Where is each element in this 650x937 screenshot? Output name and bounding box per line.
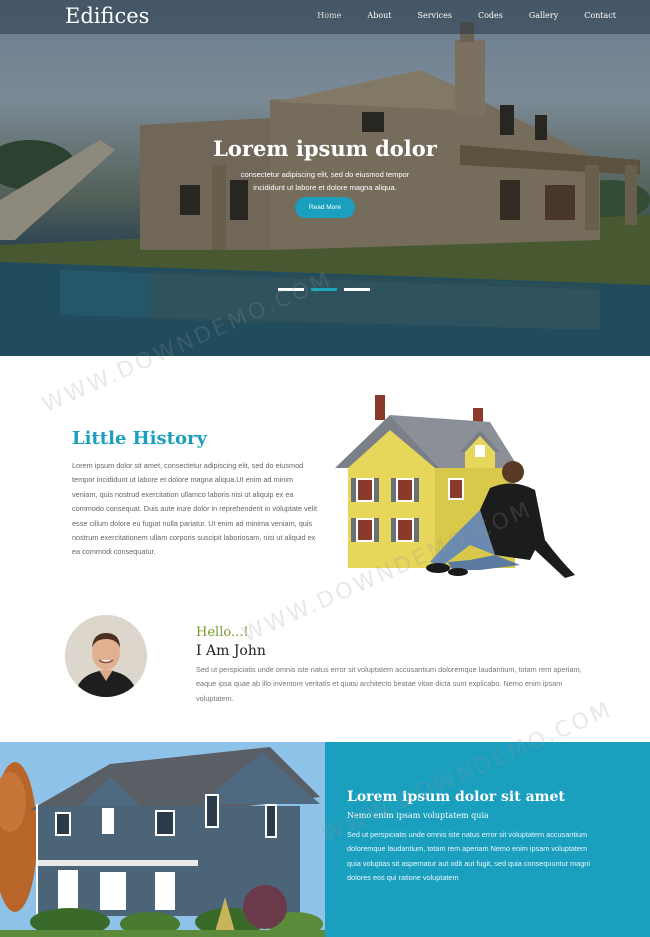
john-photo xyxy=(65,615,147,697)
brand-logo[interactable]: Edifices xyxy=(65,4,149,28)
avatar xyxy=(65,615,147,697)
slider-indicators xyxy=(278,288,370,291)
slide-indicator-2[interactable] xyxy=(311,288,337,291)
nav-contact[interactable]: Contact xyxy=(584,11,616,20)
feature-title: Lorem ipsum dolor sit amet xyxy=(347,789,565,805)
hero-title: Lorem ipsum dolor xyxy=(213,136,437,161)
hero-text: consectetur adipiscing elit, sed do eius… xyxy=(240,170,410,192)
feature-house-image xyxy=(0,742,325,937)
greeting: Hello...! xyxy=(196,625,249,640)
main-nav: Home About Services Codes Gallery Contac… xyxy=(317,11,616,20)
profile-name: I Am John xyxy=(196,643,266,659)
nav-about[interactable]: About xyxy=(367,11,391,20)
feature-subtitle: Nemo enim ipsam voluptatem quia xyxy=(347,811,489,820)
read-more-button[interactable]: Read More xyxy=(295,197,355,218)
feature-text: Sed ut perspiciatis unde omnis iste natu… xyxy=(347,830,590,883)
feature-house-drawing xyxy=(0,742,325,937)
slide-indicator-3[interactable] xyxy=(344,288,370,291)
nav-codes[interactable]: Codes xyxy=(478,11,503,20)
nav-services[interactable]: Services xyxy=(418,11,452,20)
slide-indicator-1[interactable] xyxy=(278,288,304,291)
hero-slider: Edifices Home About Services Codes Galle… xyxy=(0,0,650,356)
house-man-image xyxy=(335,395,575,578)
history-text: Lorem ipsum dolor sit amet, consectetur … xyxy=(72,461,317,557)
navbar: Edifices Home About Services Codes Galle… xyxy=(0,0,650,34)
history-title: Little History xyxy=(72,428,207,449)
profile-text: Sed ut perspiciatis unde omnis iste natu… xyxy=(196,665,582,703)
nav-home[interactable]: Home xyxy=(317,11,341,20)
feature-panel: Lorem ipsum dolor sit amet Nemo enim ips… xyxy=(325,742,650,937)
nav-gallery[interactable]: Gallery xyxy=(529,11,558,20)
